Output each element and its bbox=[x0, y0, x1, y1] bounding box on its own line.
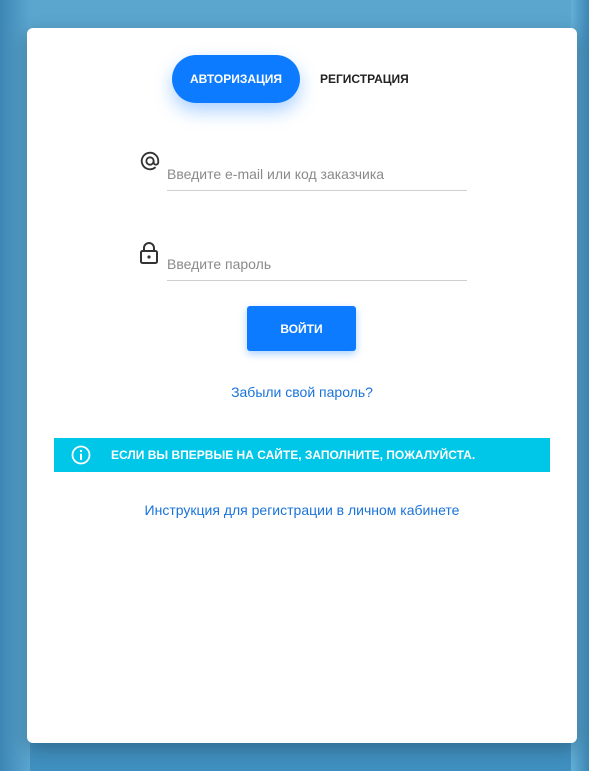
forgot-password-link[interactable]: Забыли свой пароль? bbox=[27, 384, 577, 400]
lock-icon bbox=[139, 242, 161, 264]
info-banner: ЕСЛИ ВЫ ВПЕРВЫЕ НА САЙТЕ, ЗАПОЛНИТЕ, ПОЖ… bbox=[54, 438, 550, 472]
email-input[interactable] bbox=[167, 166, 467, 191]
password-input[interactable] bbox=[167, 256, 467, 281]
info-icon bbox=[71, 445, 91, 465]
password-field bbox=[139, 238, 467, 282]
auth-tabs: АВТОРИЗАЦИЯ РЕГИСТРАЦИЯ bbox=[172, 55, 409, 103]
tab-register[interactable]: РЕГИСТРАЦИЯ bbox=[320, 72, 409, 86]
at-icon bbox=[139, 150, 161, 172]
email-field bbox=[139, 150, 467, 194]
tab-login[interactable]: АВТОРИЗАЦИЯ bbox=[172, 55, 300, 103]
info-banner-text: ЕСЛИ ВЫ ВПЕРВЫЕ НА САЙТЕ, ЗАПОЛНИТЕ, ПОЖ… bbox=[111, 448, 476, 462]
background-left bbox=[0, 0, 30, 771]
registration-instruction-link[interactable]: Инструкция для регистрации в личном каби… bbox=[27, 502, 577, 518]
login-button[interactable]: ВОЙТИ bbox=[247, 306, 356, 351]
login-card: АВТОРИЗАЦИЯ РЕГИСТРАЦИЯ ВОЙТИ Забыли сво… bbox=[27, 28, 577, 743]
